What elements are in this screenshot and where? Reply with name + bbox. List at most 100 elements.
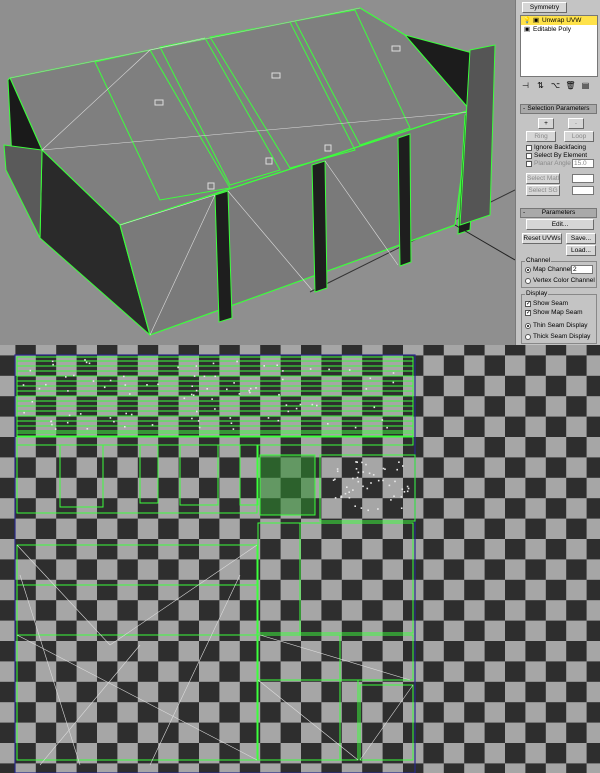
checker-tile (56, 345, 78, 356)
show-end-result-icon[interactable]: ⇅ (535, 81, 546, 91)
checker-tile (341, 518, 363, 540)
checker-tile (484, 743, 506, 764)
checker-tile (525, 345, 547, 356)
show-map-seam-checkbox[interactable]: ✓ (525, 310, 531, 316)
stack-item-unwrap-uvw[interactable]: 💡 ▣ Unwrap UVW (521, 16, 597, 25)
checker-tile (260, 661, 282, 683)
rollout-title: Parameters (541, 209, 576, 216)
checker-tile (219, 579, 241, 601)
show-seam-checkbox[interactable]: ✓ (525, 301, 531, 307)
thick-seam-radio[interactable] (525, 334, 531, 340)
checker-tile (403, 498, 424, 520)
checker-tile (239, 763, 261, 773)
uv-checker-canvas[interactable] (0, 345, 600, 773)
dumpster-mesh[interactable] (0, 0, 515, 345)
checker-tile (525, 355, 547, 377)
modifier-stack-list[interactable]: 💡 ▣ Unwrap UVW ▣ Editable Poly (520, 15, 598, 77)
checker-tile (97, 661, 118, 683)
checker-tile (484, 722, 506, 744)
checker-tile (505, 620, 526, 642)
checker-tile (0, 416, 16, 438)
save-button[interactable]: Save... (566, 233, 596, 244)
uv-vertex (278, 393, 280, 396)
uv-vertex (336, 470, 339, 473)
checker-tile (117, 579, 139, 601)
checker-tile (566, 355, 588, 377)
checker-tile (321, 702, 343, 724)
selection-parameters-rollout[interactable]: - Selection Parameters (520, 104, 597, 114)
uv-vertex (248, 389, 250, 392)
checker-tile (525, 539, 547, 560)
uv-vertex (360, 507, 363, 509)
checker-tile (117, 345, 139, 356)
perspective-viewport[interactable] (0, 0, 515, 345)
expand-plus-icon[interactable]: ▣ (524, 25, 530, 34)
planar-angle-checkbox[interactable] (526, 161, 532, 167)
expand-plus-icon[interactable]: ▣ (533, 16, 539, 25)
checker-tile (505, 498, 526, 520)
shrink-selection-button[interactable]: - (568, 118, 584, 129)
checker-tile (15, 416, 37, 438)
make-unique-icon[interactable]: ⌥ (550, 81, 561, 91)
grow-selection-button[interactable]: + (538, 118, 554, 129)
symmetry-button[interactable]: Symmetry (522, 2, 567, 13)
checker-tile (341, 416, 363, 438)
parameters-rollout[interactable]: - Parameters (520, 208, 597, 218)
checker-tile (505, 681, 526, 703)
uv-editor-view[interactable] (0, 345, 600, 773)
uv-vertex (340, 495, 343, 497)
load-button[interactable]: Load... (566, 245, 596, 256)
configure-modifier-sets-icon[interactable]: ▤ (580, 81, 591, 91)
checker-tile (423, 416, 445, 438)
checker-tile (280, 345, 302, 356)
pin-stack-icon[interactable]: ⊣ (520, 81, 531, 91)
map-channel-radio[interactable] (525, 267, 531, 273)
checker-tile (382, 457, 404, 479)
checker-tile (0, 477, 16, 499)
checker-tile (15, 661, 37, 683)
reset-uvws-button[interactable]: Reset UVWs (522, 233, 562, 244)
uv-vertex (177, 366, 179, 369)
checker-tile (260, 416, 282, 438)
checker-tile (35, 457, 57, 479)
checker-tile (0, 345, 16, 356)
checker-tile (35, 681, 57, 703)
loop-button[interactable]: Loop (564, 131, 594, 142)
thin-seam-radio[interactable] (525, 323, 531, 329)
uv-vertex (381, 419, 384, 421)
select-sg-button[interactable]: Select SG (526, 185, 560, 196)
sg-spinner[interactable] (572, 186, 594, 195)
planar-angle-spinner[interactable]: 15.0 (572, 159, 594, 168)
select-by-element-checkbox[interactable] (526, 153, 532, 159)
edit-uvw-button[interactable]: Edit... (526, 219, 594, 230)
checker-tile (117, 722, 139, 744)
matid-spinner[interactable] (572, 174, 594, 183)
uv-vertex (38, 387, 41, 390)
checker-tile (301, 702, 322, 724)
checker-tile (35, 559, 57, 581)
uv-vertex (282, 378, 284, 381)
uv-vertex (398, 461, 400, 463)
vertex-color-radio[interactable] (525, 278, 531, 284)
checker-tile (301, 518, 322, 540)
uv-vertex (406, 485, 409, 488)
uv-vertex (197, 420, 200, 422)
checker-tile (117, 396, 139, 418)
remove-modifier-icon[interactable]: 🗑 (565, 81, 576, 91)
checker-tile (525, 559, 547, 581)
map-channel-spinner[interactable]: 2 (571, 265, 593, 274)
checker-tile (545, 396, 567, 418)
uv-vertex (79, 413, 82, 415)
checker-tile (117, 559, 139, 581)
lightbulb-icon[interactable]: 💡 (523, 16, 531, 25)
checker-tile (15, 396, 37, 418)
checker-tile (76, 579, 98, 601)
stack-item-editable-poly[interactable]: ▣ Editable Poly (521, 25, 597, 34)
ring-button[interactable]: Ring (526, 131, 556, 142)
ignore-backfacing-checkbox[interactable] (526, 145, 532, 151)
select-matid-button[interactable]: Select MatID (526, 173, 560, 184)
uv-vertex (336, 468, 339, 470)
checker-tile (15, 620, 37, 642)
checker-tile (566, 477, 588, 499)
checker-tile (443, 355, 465, 377)
